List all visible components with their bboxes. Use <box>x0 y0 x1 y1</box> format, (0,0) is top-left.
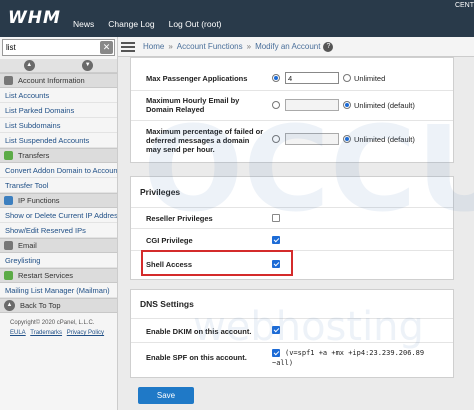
sidebar-section-title: Account Information <box>18 76 85 85</box>
passenger-label: Max Passenger Applications <box>146 74 248 83</box>
sidebar-section-restart-services[interactable]: Restart Services <box>0 268 117 283</box>
failed-percentage-label: Maximum percentage of failed or deferred… <box>146 127 264 154</box>
transfers-icon <box>4 151 13 160</box>
breadcrumb-home[interactable]: Home <box>143 42 164 51</box>
privileges-panel: Privileges Reseller Privileges CGI Privi… <box>130 176 454 280</box>
sidebar-section-ip-functions[interactable]: IP Functions <box>0 193 117 208</box>
passenger-unlimited-label: Unlimited <box>354 74 386 83</box>
passenger-limit-radio[interactable] <box>272 74 280 82</box>
sidebar-section-title: IP Functions <box>18 196 60 205</box>
main-content: Max Passenger Applications 4 Unlimited M… <box>118 57 474 410</box>
breadcrumb: Home » Account Functions » Modify an Acc… <box>118 37 474 57</box>
top-nav: News Change Log Log Out (root) <box>73 19 222 29</box>
failed-percentage-input[interactable] <box>285 133 339 145</box>
sidebar-section-email[interactable]: Email <box>0 238 117 253</box>
hourly-email-label: Maximum Hourly Email by Domain Relayed <box>146 96 240 114</box>
breadcrumb-account-functions[interactable]: Account Functions <box>177 42 243 51</box>
arrow-up-icon: ▲ <box>4 300 15 311</box>
sidebar-search-input[interactable] <box>2 39 115 56</box>
sidebar-item-transfer-tool[interactable]: Transfer Tool <box>0 178 117 193</box>
nav-change-log[interactable]: Change Log <box>108 19 154 29</box>
cgi-privilege-label: CGI Privilege <box>146 236 193 245</box>
passenger-input[interactable]: 4 <box>285 72 339 84</box>
sidebar-item-list-accounts[interactable]: List Accounts <box>0 88 117 103</box>
breadcrumb-separator-icon: » <box>168 42 173 51</box>
reseller-privileges-checkbox[interactable] <box>272 214 280 222</box>
sidebar-item-list-subdomains[interactable]: List Subdomains <box>0 118 117 133</box>
nav-log-out[interactable]: Log Out (root) <box>169 19 222 29</box>
sidebar-item-show-delete-ip[interactable]: Show or Delete Current IP Addresses <box>0 208 117 223</box>
footer-link-privacy[interactable]: Privacy Policy <box>67 330 104 336</box>
dkim-checkbox[interactable] <box>272 326 280 334</box>
expand-all-icon[interactable]: ▼ <box>82 60 94 71</box>
spf-label: Enable SPF on this account. <box>146 353 247 362</box>
breadcrumb-modify-account: Modify an Account <box>255 42 321 51</box>
clear-search-icon[interactable]: ✕ <box>100 41 113 54</box>
sidebar-footer: Copyright© 2020 cPanel, L.L.C. EULA Trad… <box>0 313 117 338</box>
whm-logo[interactable]: WHM <box>8 8 61 28</box>
back-to-top-label: Back To Top <box>20 301 61 310</box>
spf-row: Enable SPF on this account. (v=spf1 +a +… <box>131 342 453 378</box>
reseller-privileges-label: Reseller Privileges <box>146 214 213 223</box>
failed-percentage-unlimited-label: Unlimited (default) <box>354 135 415 144</box>
save-button[interactable]: Save <box>138 387 194 404</box>
cgi-privilege-row: CGI Privilege <box>131 228 453 250</box>
nav-news[interactable]: News <box>73 19 94 29</box>
sidebar: ✕ ▲ ▼ Account Information List Accounts … <box>0 37 118 410</box>
failed-percentage-limit-radio[interactable] <box>272 135 280 143</box>
help-icon[interactable]: ? <box>323 41 334 52</box>
sidebar-section-account-information[interactable]: Account Information <box>0 73 117 88</box>
hourly-email-unlimited-label: Unlimited (default) <box>354 101 415 110</box>
copyright-text: Copyright© 2020 cPanel, L.L.C. <box>10 320 95 326</box>
collapse-controls: ▲ ▼ <box>0 59 117 73</box>
back-to-top[interactable]: ▲ Back To Top <box>0 298 117 313</box>
footer-links: EULA Trademarks Privacy Policy <box>10 328 111 338</box>
sidebar-section-title: Transfers <box>18 151 50 160</box>
spf-record-line-1: (v=spf1 +a +mx +ip4:23.239.206.89 <box>285 349 425 357</box>
spf-checkbox[interactable] <box>272 349 280 357</box>
ip-functions-icon <box>4 196 13 205</box>
dkim-row: Enable DKIM on this account. <box>131 318 453 342</box>
restart-services-icon <box>4 271 13 280</box>
menu-icon[interactable] <box>121 40 135 54</box>
passenger-row: Max Passenger Applications 4 Unlimited <box>131 66 453 90</box>
sidebar-item-convert-addon-domain[interactable]: Convert Addon Domain to Account <box>0 163 117 178</box>
hourly-email-unlimited-radio[interactable] <box>343 101 351 109</box>
limits-panel: Max Passenger Applications 4 Unlimited M… <box>130 57 454 163</box>
hourly-email-input[interactable] <box>285 99 339 111</box>
footer-link-eula[interactable]: EULA <box>10 330 26 336</box>
collapse-all-icon[interactable]: ▲ <box>23 60 35 71</box>
dns-settings-panel: DNS Settings Enable DKIM on this account… <box>130 289 454 378</box>
failed-percentage-row: Maximum percentage of failed or deferred… <box>131 120 453 162</box>
top-right-text: CENT <box>454 2 474 9</box>
sidebar-section-title: Email <box>18 241 37 250</box>
email-icon <box>4 241 13 250</box>
privileges-title: Privileges <box>140 187 181 197</box>
hourly-email-row: Maximum Hourly Email by Domain Relayed U… <box>131 90 453 120</box>
footer-link-trademarks[interactable]: Trademarks <box>30 330 62 336</box>
sidebar-item-reserved-ips[interactable]: Show/Edit Reserved IPs <box>0 223 117 238</box>
cgi-privilege-checkbox[interactable] <box>272 236 280 244</box>
sidebar-section-title: Restart Services <box>18 271 74 280</box>
hourly-email-limit-radio[interactable] <box>272 101 280 109</box>
sidebar-item-greylisting[interactable]: Greylisting <box>0 253 117 268</box>
reseller-privileges-row: Reseller Privileges <box>131 207 453 228</box>
sidebar-item-list-suspended-accounts[interactable]: List Suspended Accounts <box>0 133 117 148</box>
breadcrumb-separator-icon: » <box>246 42 252 51</box>
top-bar: WHM News Change Log Log Out (root) CENT <box>0 0 474 37</box>
failed-percentage-unlimited-radio[interactable] <box>343 135 351 143</box>
sidebar-item-mailing-list-manager[interactable]: Mailing List Manager (Mailman) <box>0 283 117 298</box>
sidebar-search: ✕ <box>2 39 115 59</box>
shell-access-highlight <box>141 250 293 276</box>
dkim-label: Enable DKIM on this account. <box>146 327 252 336</box>
dns-settings-title: DNS Settings <box>140 299 194 309</box>
spf-record-line-2: ~all) <box>272 359 294 367</box>
sidebar-item-list-parked-domains[interactable]: List Parked Domains <box>0 103 117 118</box>
passenger-unlimited-radio[interactable] <box>343 74 351 82</box>
account-info-icon <box>4 76 13 85</box>
sidebar-section-transfers[interactable]: Transfers <box>0 148 117 163</box>
